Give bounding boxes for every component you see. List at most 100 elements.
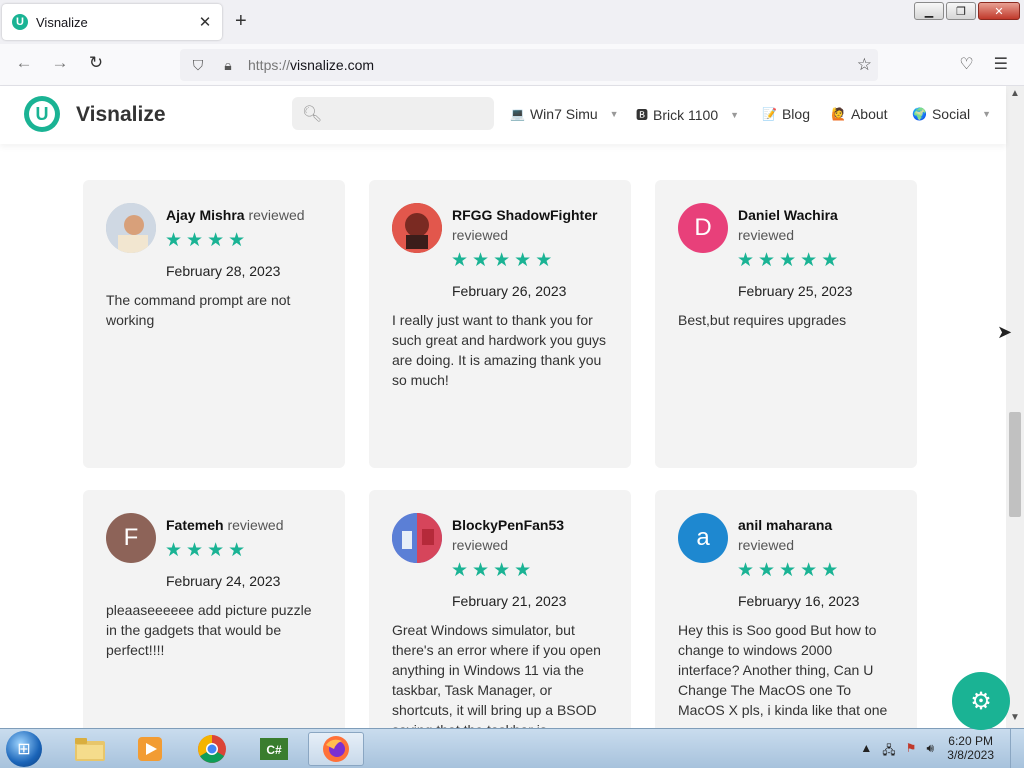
minimize-button[interactable]: ▁ <box>914 2 944 20</box>
star-rating: ★ ★ ★ ★ <box>165 540 246 561</box>
review-text: Great Windows simulator, but there's an … <box>392 622 601 728</box>
avatar: F <box>106 513 156 563</box>
menu-hamburger-icon[interactable]: ☰ <box>994 54 1008 74</box>
volume-icon[interactable]: 🔊︎ <box>926 741 934 762</box>
menu-item-about[interactable]: 🙋 About <box>831 106 888 122</box>
close-tab-icon[interactable]: ✕ <box>196 13 214 31</box>
menu-item-win7-simu[interactable]: 💻 Win7 Simu ▼ <box>510 106 619 122</box>
caret-down-icon: ▼ <box>982 109 992 119</box>
file-explorer-taskbar-button[interactable] <box>62 732 118 766</box>
csharp-icon: C# <box>260 738 288 760</box>
search-icon: 🔍︎ <box>302 105 323 123</box>
action-center-flag-icon[interactable]: ⚑ <box>906 741 917 762</box>
reviewed-label: reviewed <box>452 227 509 243</box>
start-button[interactable]: ⊞ <box>6 731 42 767</box>
reviewed-label: reviewed <box>738 537 795 553</box>
review-card: Ajay Mishra reviewed ★ ★ ★ ★ February 28, 2… <box>83 180 345 468</box>
caret-down-icon: ▼ <box>609 109 619 119</box>
profile-photo-icon <box>392 513 442 563</box>
review-card: BlockyPenFan53 reviewed ★ ★ ★ ★ February 21,… <box>369 490 631 728</box>
star-rating: ★ ★ ★ ★ ★ <box>737 250 839 271</box>
address-bar[interactable]: ⛉ 🔒︎ https://visnalize.com ☆ <box>180 49 878 81</box>
logo-letter: U <box>29 101 55 127</box>
person-icon: 🙋 <box>831 107 846 121</box>
avatar <box>392 513 442 563</box>
reviewed-label: reviewed <box>738 227 795 243</box>
brand-name[interactable]: Visnalize <box>76 103 166 127</box>
shield-icon[interactable]: ⛉ <box>186 57 210 74</box>
review-text: The command prompt are not working <box>106 292 291 328</box>
star-rating: ★ ★ ★ ★ <box>451 560 532 581</box>
toolbar-icons: ♡ ☰ <box>959 54 1008 74</box>
reviewer-line: Daniel Wachira reviewed <box>738 205 908 245</box>
menu-item-social[interactable]: 🌍 Social ▼ <box>912 106 991 122</box>
reviewed-label: reviewed <box>452 537 509 553</box>
lock-icon[interactable]: 🔒︎ <box>216 57 240 74</box>
menu-item-blog[interactable]: 📝 Blog <box>762 106 810 122</box>
window-controls: ▁ ❐ ✕ <box>914 2 1020 20</box>
pocket-icon[interactable]: ♡ <box>959 54 973 74</box>
reviewer-name: Ajay Mishra <box>166 207 245 223</box>
show-hidden-icons-arrow-icon[interactable]: ▲ <box>860 741 872 762</box>
profile-photo-icon <box>392 203 442 253</box>
settings-gear-button[interactable]: ⚙ <box>952 672 1010 730</box>
search-input[interactable] <box>330 106 491 121</box>
page-scrollbar[interactable]: ▲ ▼ <box>1006 86 1024 728</box>
review-card: RFGG ShadowFighter reviewed ★ ★ ★ ★ ★ Februar… <box>369 180 631 468</box>
show-desktop-button[interactable] <box>1010 729 1024 768</box>
visnalize-logo-icon[interactable]: U <box>24 96 60 132</box>
windows-logo-icon: ⊞ <box>17 741 31 758</box>
visnalize-favicon-icon: U <box>12 14 28 30</box>
taskbar-clock[interactable]: 6:20 PM 3/8/2023 <box>947 734 994 762</box>
avatar <box>106 203 156 253</box>
scroll-down-arrow-icon[interactable]: ▼ <box>1006 712 1024 723</box>
close-window-button[interactable]: ✕ <box>978 2 1020 20</box>
menu-item-brick-1100[interactable]: 🅱 Brick 1100 ▼ <box>636 106 739 123</box>
review-card: D Daniel Wachira reviewed ★ ★ ★ ★ ★ February … <box>655 180 917 468</box>
menu-label: Brick 1100 <box>653 106 719 123</box>
url-text[interactable]: https://visnalize.com <box>248 57 374 73</box>
chrome-taskbar-button[interactable] <box>184 732 240 766</box>
browser-tab-bar: U Visnalize ✕ + ▁ ❐ ✕ <box>0 0 1024 44</box>
site-search[interactable]: 🔍︎ <box>292 97 494 130</box>
reviews-section: Ajay Mishra reviewed ★ ★ ★ ★ February 28, 2… <box>0 144 1006 728</box>
gear-icon: ⚙ <box>970 687 992 715</box>
scroll-up-arrow-icon[interactable]: ▲ <box>1006 88 1024 99</box>
avatar: a <box>678 513 728 563</box>
mouse-cursor-icon: ➤ <box>997 322 1013 342</box>
csharp-ide-taskbar-button[interactable]: C# <box>246 732 302 766</box>
laptop-icon: 💻 <box>510 107 525 121</box>
reviewer-name: RFGG ShadowFighter <box>452 207 598 223</box>
media-player-icon <box>138 737 162 761</box>
review-date: February 28, 2023 <box>166 263 281 279</box>
scrollbar-thumb[interactable] <box>1009 412 1021 517</box>
restore-button[interactable]: ❐ <box>946 2 976 20</box>
forward-arrow-icon[interactable]: → <box>48 53 72 73</box>
chrome-icon <box>198 735 226 763</box>
firefox-taskbar-button[interactable] <box>308 732 364 766</box>
bookmark-star-icon[interactable]: ☆ <box>857 55 872 75</box>
back-arrow-icon[interactable]: ← <box>12 53 36 73</box>
memo-icon: 📝 <box>762 107 777 121</box>
review-card: a anil maharana reviewed ★ ★ ★ ★ ★ Februaryy … <box>655 490 917 728</box>
reviewed-label: reviewed <box>248 207 305 223</box>
windows-taskbar: ⊞ C# ▲ 🖧 ⚑ 🔊︎ 6:20 PM 3/8/2023 <box>0 728 1024 768</box>
reviewer-name: BlockyPenFan53 <box>452 517 565 533</box>
menu-label: About <box>850 106 888 122</box>
review-card: F Fatemeh reviewed ★ ★ ★ ★ February 24, 202… <box>83 490 345 728</box>
network-icon[interactable]: 🖧 <box>882 741 895 762</box>
folder-icon <box>75 738 105 761</box>
review-text: I really just want to thank you for such… <box>392 312 607 388</box>
reload-icon[interactable]: ↻ <box>84 53 108 73</box>
system-tray: ▲ 🖧 ⚑ 🔊︎ <box>860 741 934 762</box>
media-player-taskbar-button[interactable] <box>122 732 178 766</box>
star-rating: ★ ★ ★ ★ <box>165 230 246 251</box>
review-date: February 21, 2023 <box>452 593 567 609</box>
browser-tab[interactable]: U Visnalize ✕ <box>2 4 222 40</box>
review-date: February 26, 2023 <box>452 283 567 299</box>
new-tab-button[interactable]: + <box>235 10 247 32</box>
reviewer-name: Fatemeh <box>166 517 224 533</box>
star-rating: ★ ★ ★ ★ ★ <box>451 250 553 271</box>
reviewer-name: Daniel Wachira <box>738 207 838 223</box>
reviewer-name: anil maharana <box>738 517 833 533</box>
